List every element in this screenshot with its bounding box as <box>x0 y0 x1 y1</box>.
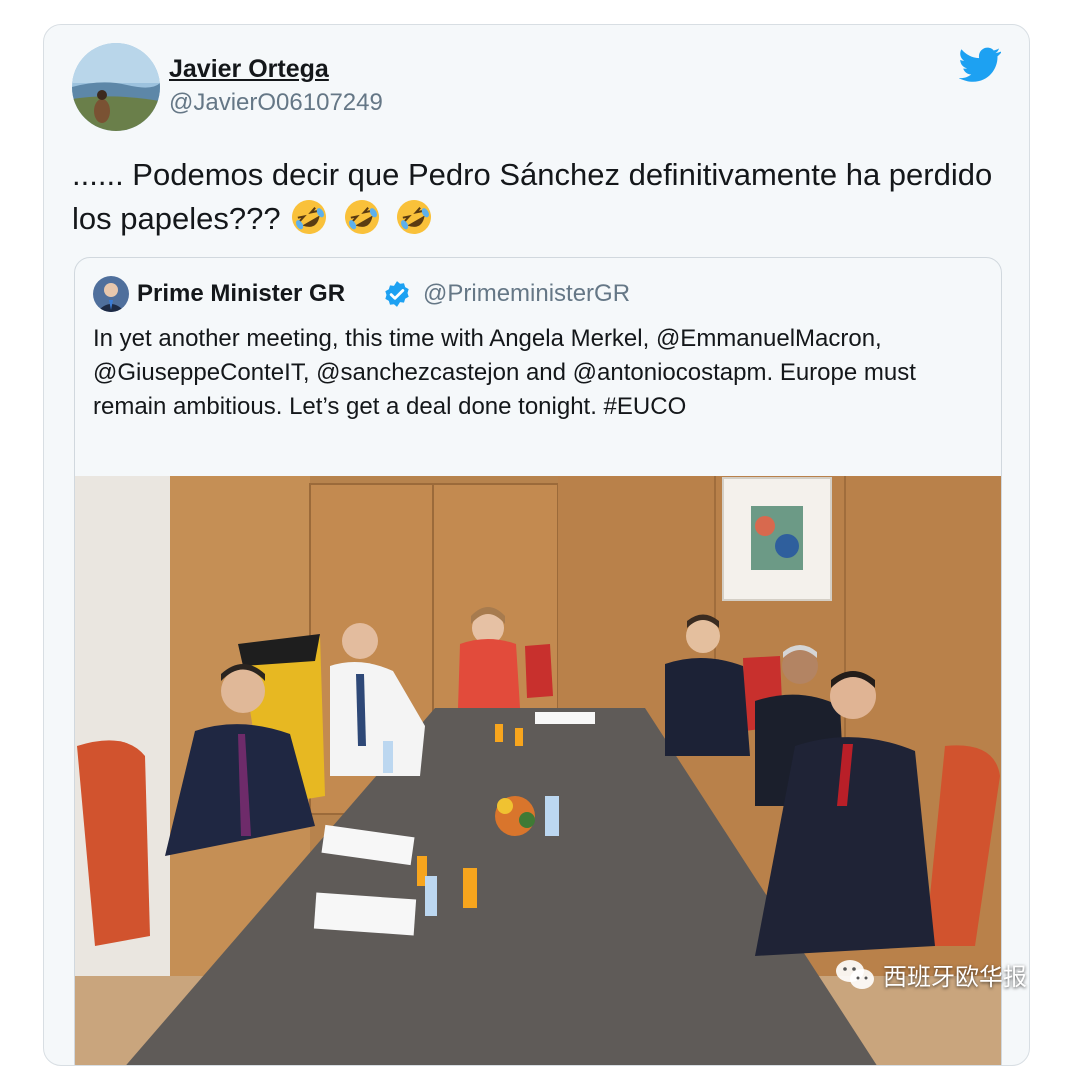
watermark-text: 西班牙欧华报 <box>883 963 1027 991</box>
quoted-tweet-text: In yet another meeting, this time with A… <box>93 325 916 420</box>
emoji-group <box>289 197 438 249</box>
verified-badge-icon <box>385 281 409 307</box>
author-avatar[interactable] <box>72 43 160 131</box>
quoted-author-handle[interactable]: @PrimeministerGR <box>423 280 630 308</box>
tweet-text: ...... Podemos decir que Pedro Sánchez d… <box>72 153 1002 249</box>
author-name[interactable]: Javier Ortega <box>169 55 329 84</box>
quoted-tweet[interactable]: Prime Minister GR @PrimeministerGR In ye… <box>74 257 1002 1065</box>
quoted-author-name[interactable]: Prime Minister GR <box>137 280 345 308</box>
twitter-bird-icon[interactable] <box>959 47 1001 83</box>
author-handle[interactable]: @JavierO06107249 <box>169 89 383 117</box>
quoted-author-avatar[interactable] <box>93 276 129 312</box>
watermark: 西班牙欧华报 <box>835 957 1027 992</box>
tweet-card[interactable]: Javier Ortega @JavierO06107249 ...... Po… <box>43 24 1030 1066</box>
rolling-on-floor-laughing-icon <box>292 200 327 234</box>
tweet-body: ...... Podemos decir que Pedro Sánchez d… <box>72 157 993 236</box>
wechat-icon <box>836 959 874 989</box>
rolling-on-floor-laughing-icon <box>397 200 432 234</box>
rolling-on-floor-laughing-icon <box>344 200 379 234</box>
